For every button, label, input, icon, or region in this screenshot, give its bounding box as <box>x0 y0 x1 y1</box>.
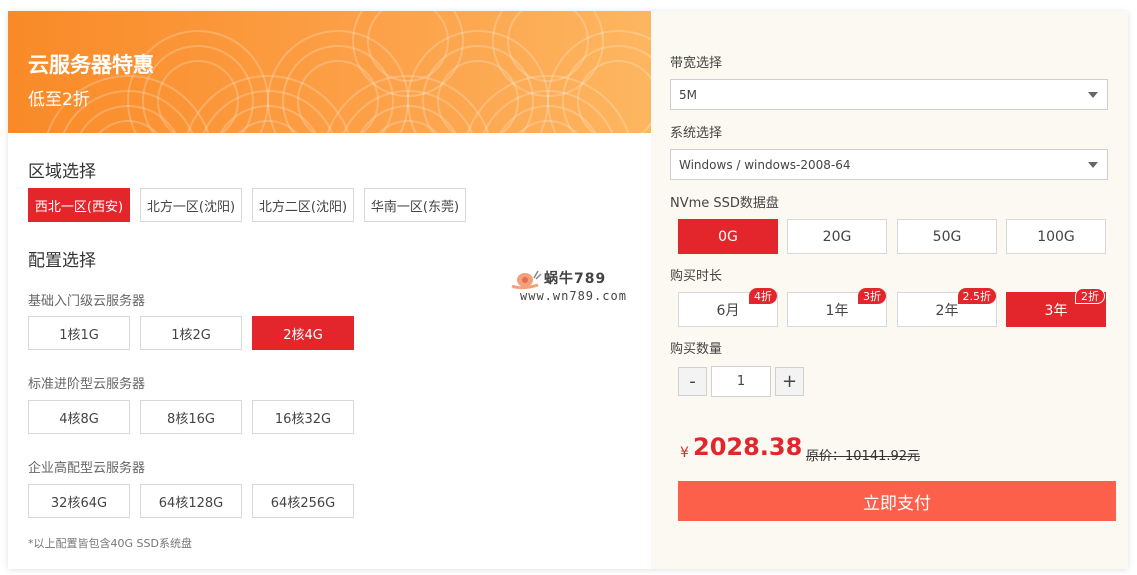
discount-badge: 2.5折 <box>957 288 996 304</box>
bandwidth-value: 5M <box>679 87 697 102</box>
region-option-beifang2[interactable]: 北方二区(沈阳) <box>252 188 354 222</box>
config-option-1c2g[interactable]: 1核2G <box>140 316 242 350</box>
quantity-increase-button[interactable]: + <box>775 367 804 396</box>
banner-title: 云服务器特惠 <box>28 53 154 77</box>
config-panel: 云服务器特惠 低至2折 区域选择 西北一区(西安) 北方一区(沈阳) 北方二区(… <box>8 11 651 569</box>
duration-label: 购买时长 <box>670 269 723 284</box>
disk-option-0g[interactable]: 0G <box>678 219 778 254</box>
disk-label: NVme SSD数据盘 <box>670 196 779 211</box>
bandwidth-label: 带宽选择 <box>670 56 723 71</box>
config-option-16c32g[interactable]: 16核32G <box>252 400 354 434</box>
config-option-1c1g[interactable]: 1核1G <box>28 316 130 350</box>
disk-option-20g[interactable]: 20G <box>787 219 887 254</box>
duration-option-3y[interactable]: 3年 2折 <box>1006 288 1106 327</box>
quantity-input[interactable] <box>711 366 771 397</box>
duration-option-label: 2年 <box>935 302 959 319</box>
duration-option-6m[interactable]: 6月 4折 <box>678 288 778 327</box>
region-option-huanan1[interactable]: 华南一区(东莞) <box>364 188 466 222</box>
duration-option-label: 3年 <box>1044 302 1068 319</box>
bandwidth-select[interactable]: 5M <box>670 79 1108 110</box>
disk-option-50g[interactable]: 50G <box>897 219 997 254</box>
config-note: *以上配置皆包含40G SSD系统盘 <box>28 537 192 550</box>
duration-option-1y[interactable]: 1年 3折 <box>787 288 887 327</box>
disk-option-100g[interactable]: 100G <box>1006 219 1106 254</box>
watermark-url: www.wn789.com <box>520 289 627 303</box>
discount-badge: 3折 <box>858 288 886 304</box>
config-option-64c128g[interactable]: 64核128G <box>140 484 242 518</box>
region-title: 区域选择 <box>28 162 96 182</box>
banner-subtitle: 低至2折 <box>28 90 90 110</box>
duration-option-label: 1年 <box>825 302 849 319</box>
config-title: 配置选择 <box>28 251 96 271</box>
duration-option-2y[interactable]: 2年 2.5折 <box>897 288 997 327</box>
price-currency: ¥ <box>680 445 689 461</box>
discount-badge: 2折 <box>1075 288 1105 304</box>
duration-option-label: 6月 <box>716 302 740 319</box>
system-value: Windows / windows-2008-64 <box>679 157 851 172</box>
price-amount: 2028.38 <box>693 433 803 461</box>
config-option-2c4g[interactable]: 2核4G <box>252 316 354 350</box>
config-group-standard-title: 标准进阶型云服务器 <box>28 377 146 392</box>
pay-now-button[interactable]: 立即支付 <box>678 481 1116 521</box>
system-label: 系统选择 <box>670 126 723 141</box>
region-option-xibei1[interactable]: 西北一区(西安) <box>28 188 130 222</box>
config-option-4c8g[interactable]: 4核8G <box>28 400 130 434</box>
config-option-32c64g[interactable]: 32核64G <box>28 484 130 518</box>
region-option-beifang1[interactable]: 北方一区(沈阳) <box>140 188 242 222</box>
watermark: 蜗牛789 www.wn789.com <box>508 266 648 306</box>
chevron-down-icon <box>1088 92 1098 98</box>
config-group-basic-title: 基础入门级云服务器 <box>28 294 146 309</box>
discount-badge: 4折 <box>749 288 777 304</box>
system-select[interactable]: Windows / windows-2008-64 <box>670 149 1108 180</box>
order-panel: 带宽选择 5M 系统选择 Windows / windows-2008-64 N… <box>651 11 1128 569</box>
quantity-label: 购买数量 <box>670 342 723 357</box>
original-price: 原价：10141.92元 <box>806 449 921 464</box>
chevron-down-icon <box>1088 162 1098 168</box>
config-option-64c256g[interactable]: 64核256G <box>252 484 354 518</box>
server-order-card: 云服务器特惠 低至2折 区域选择 西北一区(西安) 北方一区(沈阳) 北方二区(… <box>8 11 1128 569</box>
config-group-enterprise-title: 企业高配型云服务器 <box>28 461 146 476</box>
promo-banner: 云服务器特惠 低至2折 <box>8 11 651 133</box>
config-option-8c16g[interactable]: 8核16G <box>140 400 242 434</box>
quantity-decrease-button[interactable]: - <box>678 367 707 396</box>
watermark-title: 蜗牛789 <box>544 271 607 287</box>
